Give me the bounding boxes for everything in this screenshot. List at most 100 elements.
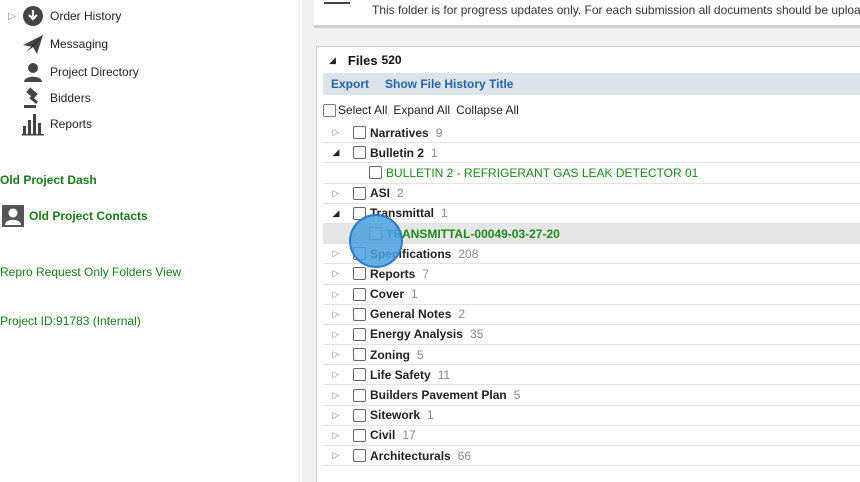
files-panel: ◢ Files 520 Export Show File History Tit…	[316, 46, 860, 482]
folder-row[interactable]: ▷ Cover 1	[323, 285, 860, 305]
expand-arrow-icon[interactable]: ▷	[329, 410, 343, 421]
file-row[interactable]: BULLETIN 2 - REFRIGERANT GAS LEAK DETECT…	[323, 163, 860, 184]
folder-count: 35	[469, 327, 484, 342]
folder-row[interactable]: ▷ Civil 17	[323, 426, 860, 446]
collapse-arrow-icon[interactable]: ◢	[329, 208, 343, 219]
nav-label: Bidders	[50, 91, 91, 105]
nav-order-history[interactable]: ▷ Order History	[0, 3, 121, 29]
expand-arrow-icon[interactable]: ▷	[329, 430, 343, 441]
select-all-label: Select All	[338, 103, 388, 117]
nav-label: Reports	[50, 117, 93, 131]
expand-arrow-icon[interactable]: ▷	[329, 390, 343, 401]
folder-row[interactable]: ▷ Specifications 208	[323, 244, 860, 265]
folder-notice: This folder is for progress updates only…	[314, 0, 860, 28]
bar-chart-icon	[20, 112, 46, 136]
folder-name: Specifications	[370, 246, 452, 261]
row-checkbox[interactable]	[353, 247, 366, 261]
collapse-arrow-icon[interactable]: ◢	[329, 147, 343, 158]
file-name-link[interactable]: TRANSMITTAL-00049-03-27-20	[386, 227, 560, 241]
old-project-dash-link[interactable]: Old Project Dash	[0, 173, 97, 187]
folder-row[interactable]: ▷ Life Safety 11	[323, 365, 860, 386]
folder-name: Narratives	[370, 125, 429, 140]
notice-text: This folder is for progress updates only…	[372, 3, 860, 17]
expand-arrow-icon[interactable]: ▷	[329, 289, 343, 300]
files-panel-header[interactable]: ◢ Files 520	[317, 47, 860, 73]
row-checkbox[interactable]	[353, 287, 366, 301]
row-checkbox[interactable]	[353, 348, 366, 362]
row-checkbox[interactable]	[353, 408, 366, 422]
folder-name: Transmittal	[370, 206, 435, 221]
row-checkbox[interactable]	[353, 307, 366, 321]
folder-count: 1	[427, 408, 434, 423]
row-checkbox[interactable]	[353, 146, 366, 160]
folder-row[interactable]: ▷ Narratives 9	[323, 123, 860, 144]
expand-arrow-icon[interactable]: ▷	[329, 349, 343, 360]
file-name-link[interactable]: BULLETIN 2 - REFRIGERANT GAS LEAK DETECT…	[386, 166, 698, 180]
folder-count: 1	[411, 287, 418, 302]
old-project-contacts-link[interactable]: Old Project Contacts	[0, 204, 148, 228]
collapse-all-button[interactable]: Collapse All	[456, 103, 519, 117]
nav-bidders[interactable]: Bidders	[0, 85, 91, 111]
row-checkbox[interactable]	[353, 126, 366, 140]
nav-project-directory[interactable]: Project Directory	[0, 59, 139, 85]
row-checkbox[interactable]	[353, 206, 366, 220]
repro-request-link[interactable]: Repro Request Only Folders View	[0, 265, 181, 279]
folder-row[interactable]: ▷ Reports 7	[323, 264, 860, 285]
folder-row[interactable]: ▷ Sitework 1	[323, 406, 860, 426]
collapse-triangle-icon[interactable]: ◢	[329, 55, 336, 66]
select-all-checkbox[interactable]	[323, 103, 336, 117]
expand-arrow-icon[interactable]: ▷	[329, 268, 343, 279]
row-checkbox[interactable]	[353, 428, 366, 442]
nav-label: Project Directory	[50, 65, 139, 79]
file-row[interactable]: TRANSMITTAL-00049-03-27-20	[323, 223, 860, 245]
row-checkbox[interactable]	[369, 227, 382, 241]
expand-arrow-icon[interactable]: ▷	[329, 450, 343, 461]
show-file-history-button[interactable]: Show File History Title	[385, 77, 513, 91]
expand-caret-icon[interactable]: ▷	[0, 11, 20, 22]
files-title: Files	[347, 52, 378, 68]
folder-row[interactable]: ▷ Architecturals 66	[323, 446, 860, 467]
expand-arrow-icon[interactable]: ▷	[329, 309, 343, 320]
expand-arrow-icon[interactable]: ▷	[329, 127, 343, 138]
expand-all-button[interactable]: Expand All	[393, 103, 450, 117]
folder-count: 66	[457, 448, 472, 463]
expand-arrow-icon[interactable]: ▷	[329, 369, 343, 380]
folder-row[interactable]: ▷ General Notes 2	[323, 305, 860, 325]
nav-reports[interactable]: Reports	[0, 111, 92, 137]
folder-name: Reports	[370, 266, 416, 281]
folder-row[interactable]: ▷ Builders Pavement Plan 5	[323, 385, 860, 406]
left-sidebar: ▷ Order History Messaging Project Direct…	[0, 0, 300, 482]
folder-row[interactable]: ◢ Bulletin 2 1	[323, 143, 860, 164]
expand-arrow-icon[interactable]: ▷	[329, 248, 343, 259]
folder-name: Bulletin 2	[370, 145, 425, 160]
folder-row[interactable]: ▷ Energy Analysis 35	[323, 325, 860, 346]
nav-label: Messaging	[50, 37, 109, 51]
expand-arrow-icon[interactable]: ▷	[329, 329, 343, 340]
nav-label: Order History	[50, 9, 122, 23]
folder-count: 11	[437, 367, 451, 382]
row-checkbox[interactable]	[353, 186, 366, 200]
expand-arrow-icon[interactable]: ▷	[329, 188, 343, 199]
folder-count: 2	[458, 307, 466, 322]
row-checkbox[interactable]	[353, 449, 366, 463]
export-button[interactable]: Export	[331, 77, 369, 91]
folder-name: ASI	[370, 186, 391, 201]
row-checkbox[interactable]	[353, 267, 366, 281]
folder-row[interactable]: ▷ Zoning 5	[323, 345, 860, 366]
nav-messaging[interactable]: Messaging	[0, 31, 108, 57]
folder-count: 5	[513, 388, 521, 403]
old-project-contacts-label: Old Project Contacts	[29, 209, 148, 223]
row-checkbox[interactable]	[353, 327, 366, 341]
gavel-icon	[20, 86, 46, 110]
contact-card-icon	[0, 204, 26, 228]
folder-count: 9	[435, 125, 443, 140]
folder-name: Civil	[370, 428, 396, 443]
folder-row[interactable]: ◢ Transmittal 1	[323, 204, 860, 224]
select-all[interactable]: Select All	[323, 103, 387, 117]
folder-name: Builders Pavement Plan	[370, 388, 507, 403]
row-checkbox[interactable]	[369, 166, 382, 180]
folder-row[interactable]: ▷ ASI 2	[323, 184, 860, 204]
folder-name: Cover	[370, 287, 405, 302]
row-checkbox[interactable]	[353, 368, 366, 382]
row-checkbox[interactable]	[353, 388, 366, 402]
